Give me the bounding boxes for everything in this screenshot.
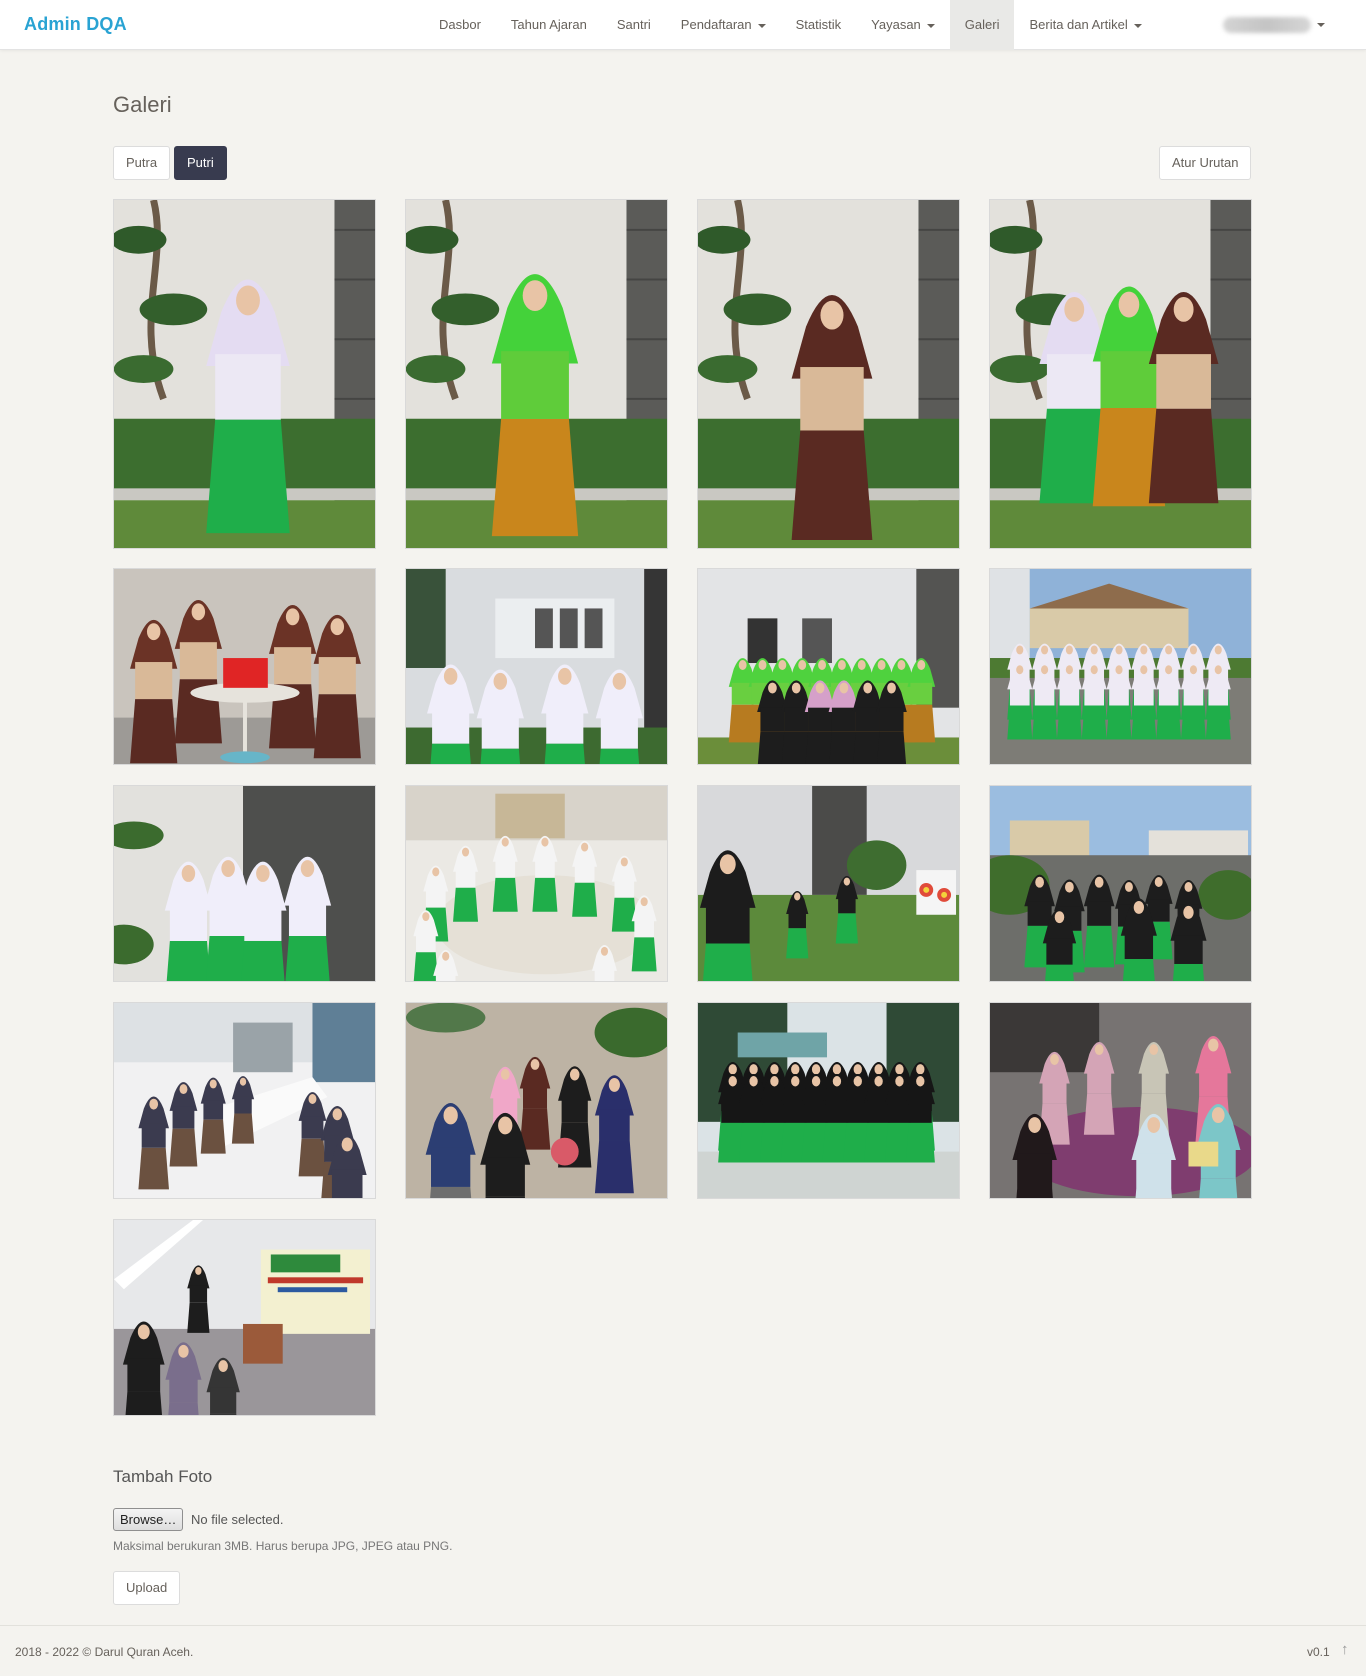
photo-image [406, 1003, 667, 1198]
upload-help-text: Maksimal berukuran 3MB. Harus berupa JPG… [113, 1539, 453, 1553]
caret-down-icon [757, 23, 766, 28]
gallery-photo[interactable] [989, 1002, 1252, 1199]
gallery-photo[interactable] [113, 1219, 376, 1416]
photo-image [698, 1003, 959, 1198]
photo-image [406, 200, 667, 548]
photo-image [990, 569, 1251, 764]
nav-label: Berita dan Artikel [1029, 17, 1128, 32]
tab-putra[interactable]: Putra [113, 146, 171, 180]
photo-image [990, 200, 1251, 548]
nav-dasbor[interactable]: Dasbor [424, 0, 496, 50]
upload-section-title: Tambah Foto [113, 1467, 213, 1486]
nav-pendaftaran[interactable]: Pendaftaran [666, 0, 781, 50]
gallery-photo[interactable] [405, 568, 668, 765]
brand-logo[interactable]: Admin DQA [24, 14, 127, 35]
photo-image [406, 786, 667, 981]
gallery-photo[interactable] [405, 1002, 668, 1199]
photo-image [114, 1003, 375, 1198]
photo-image [698, 786, 959, 981]
top-navbar: Admin DQA Dasbor Tahun Ajaran Santri Pen… [0, 0, 1366, 50]
browse-file-button[interactable]: Browse… [113, 1508, 184, 1531]
gallery-photo[interactable] [697, 199, 960, 549]
gallery-photo[interactable] [113, 785, 376, 982]
gallery-photo[interactable] [989, 785, 1252, 982]
username-redacted [1223, 17, 1311, 33]
photo-image [114, 786, 375, 981]
gallery-photo[interactable] [697, 568, 960, 765]
footer-divider [0, 1625, 1366, 1626]
gallery-photo[interactable] [405, 199, 668, 549]
main-nav: Dasbor Tahun Ajaran Santri Pendaftaran S… [424, 0, 1157, 50]
gallery-photo[interactable] [113, 568, 376, 765]
user-menu[interactable] [1223, 16, 1325, 34]
nav-berita-artikel[interactable]: Berita dan Artikel [1014, 0, 1156, 50]
photo-image [698, 569, 959, 764]
photo-image [698, 200, 959, 548]
nav-yayasan[interactable]: Yayasan [856, 0, 950, 50]
gallery-photo[interactable] [405, 785, 668, 982]
caret-down-icon [926, 23, 935, 28]
nav-label: Yayasan [871, 17, 921, 32]
tab-putri[interactable]: Putri [174, 146, 227, 180]
nav-tahun-ajaran[interactable]: Tahun Ajaran [496, 0, 602, 50]
nav-santri[interactable]: Santri [602, 0, 666, 50]
photo-image [990, 1003, 1251, 1198]
nav-label: Statistik [795, 17, 842, 32]
file-status-text: No file selected. [191, 1512, 284, 1527]
gallery-photo[interactable] [697, 785, 960, 982]
gallery-photo[interactable] [113, 199, 376, 549]
photo-image [406, 569, 667, 764]
photo-image [114, 1220, 375, 1415]
page-title: Galeri [113, 92, 172, 117]
photo-image [114, 200, 375, 548]
nav-label: Tahun Ajaran [510, 17, 587, 32]
nav-statistik[interactable]: Statistik [781, 0, 857, 50]
caret-down-icon [1317, 23, 1325, 27]
nav-label: Galeri [964, 17, 1000, 32]
nav-label: Santri [616, 17, 651, 32]
gallery-photo[interactable] [989, 199, 1252, 549]
caret-down-icon [1133, 23, 1142, 28]
scroll-top-icon[interactable]: ↑ [1341, 1641, 1349, 1658]
photo-image [114, 569, 375, 764]
nav-galeri[interactable]: Galeri [949, 0, 1015, 50]
gallery-photo[interactable] [989, 568, 1252, 765]
sort-order-button[interactable]: Atur Urutan [1159, 146, 1252, 180]
nav-label: Pendaftaran [680, 17, 752, 32]
gallery-photo[interactable] [697, 1002, 960, 1199]
upload-button[interactable]: Upload [113, 1571, 181, 1605]
photo-image [990, 786, 1251, 981]
nav-label: Dasbor [439, 17, 481, 32]
gallery-photo[interactable] [113, 1002, 376, 1199]
footer-version: v0.1 [1307, 1645, 1330, 1659]
footer-copyright: 2018 - 2022 © Darul Quran Aceh. [15, 1645, 194, 1659]
